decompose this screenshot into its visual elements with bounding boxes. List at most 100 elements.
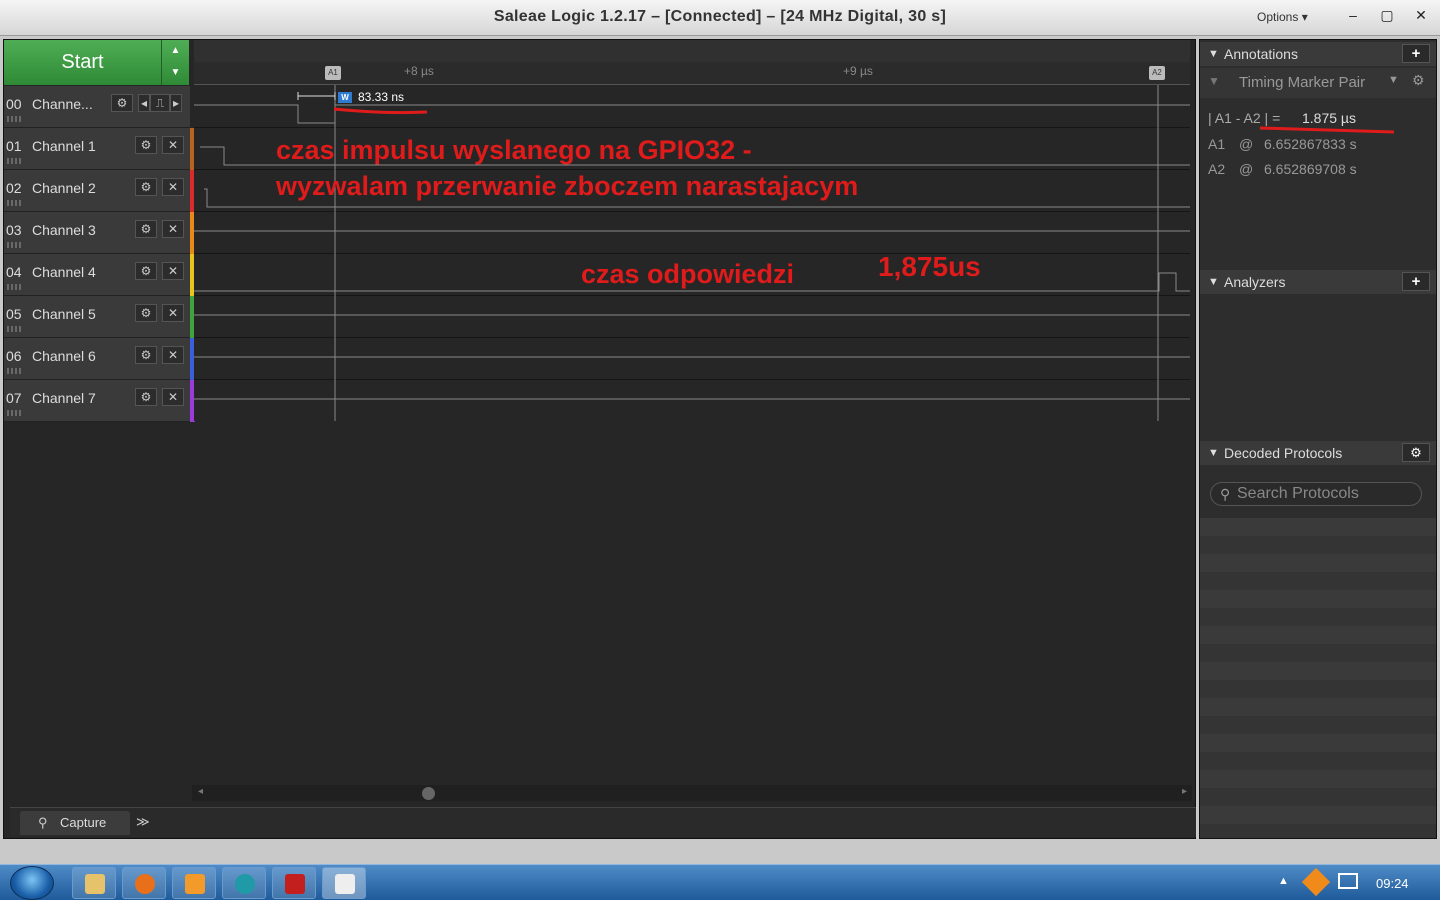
drag-handle-icon[interactable] — [7, 326, 21, 332]
gear-icon[interactable]: ⚙ — [135, 178, 157, 196]
channel-name[interactable]: Channel 6 — [32, 348, 96, 364]
expand-tabs-icon[interactable]: ≫ — [136, 814, 150, 830]
explorer-taskbar-icon[interactable] — [72, 867, 116, 899]
next-edge-icon[interactable]: ▸ — [170, 94, 182, 112]
drag-handle-icon[interactable] — [7, 284, 21, 290]
options-menu[interactable]: Options ▾ — [1257, 10, 1308, 24]
main-area: Start ▲ ▼ 00 Channe... ⚙ ◂ ⎍ ▸ 01 Channe… — [0, 36, 1440, 864]
drag-handle-icon[interactable] — [7, 242, 21, 248]
saleae-taskbar-icon[interactable] — [322, 867, 366, 899]
underline-mark — [1259, 126, 1395, 134]
pdf-reader-taskbar-icon[interactable] — [272, 867, 316, 899]
collapse-icon[interactable]: ▼ — [1208, 441, 1219, 465]
gear-icon[interactable]: ⚙ — [135, 304, 157, 322]
search-protocols-input[interactable]: ⚲ Search Protocols — [1210, 482, 1422, 506]
channel-row-5[interactable]: 05 Channel 5 ⚙ ✕ — [4, 296, 190, 338]
gear-icon[interactable]: ⚙ — [135, 346, 157, 364]
window-title: Saleae Logic 1.2.17 – [Connected] – [24 … — [493, 8, 947, 25]
close-icon[interactable]: ✕ — [162, 136, 184, 154]
close-icon[interactable]: ✕ — [162, 220, 184, 238]
capture-tab[interactable]: ⚲ Capture — [20, 811, 130, 835]
close-icon[interactable]: ✕ — [162, 262, 184, 280]
gear-icon[interactable]: ⚙ — [135, 388, 157, 406]
drag-handle-icon[interactable] — [7, 116, 21, 122]
drag-handle-icon[interactable] — [7, 410, 21, 416]
width-value: 83.33 ns — [358, 90, 405, 104]
gear-icon[interactable]: ⚙ — [135, 262, 157, 280]
channel-row-7[interactable]: 07 Channel 7 ⚙ ✕ — [4, 380, 190, 422]
marker-a2[interactable]: A2 — [1149, 66, 1165, 80]
close-icon[interactable]: ✕ — [162, 388, 184, 406]
drag-handle-icon[interactable] — [7, 200, 21, 206]
a2-at: @ — [1239, 161, 1254, 177]
scroll-left-icon[interactable]: ◂ — [198, 786, 203, 797]
trigger-icon[interactable]: ⎍ — [150, 94, 170, 112]
channel-name[interactable]: Channe... — [32, 96, 93, 112]
marker-diff-value: 1.875 µs — [1302, 110, 1356, 126]
gear-icon[interactable]: ⚙ — [111, 94, 133, 112]
annotation-text-3: czas odpowiedzi — [581, 259, 795, 289]
side-panel: ▼ Annotations + ▼ Timing Marker Pair ▼ ⚙… — [1199, 39, 1437, 839]
firefox-taskbar-icon[interactable] — [122, 867, 166, 899]
add-analyzer-button[interactable]: + — [1402, 272, 1430, 291]
ruler-tick: +8 µs — [404, 64, 434, 78]
drag-handle-icon[interactable] — [7, 368, 21, 374]
collapse-icon[interactable]: ▼ — [1208, 42, 1219, 66]
pin-icon[interactable]: ▼ — [1208, 74, 1220, 88]
annotations-title: Annotations — [1224, 46, 1298, 62]
horizontal-scrollbar[interactable]: ◂ ▸ — [192, 785, 1192, 801]
analyzers-header[interactable]: ▼ Analyzers + — [1200, 270, 1436, 294]
width-measurement[interactable]: W 83.33 ns — [338, 90, 404, 104]
annotations-header[interactable]: ▼ Annotations + — [1200, 42, 1436, 66]
analyzers-title: Analyzers — [1224, 274, 1286, 290]
a1-time: 6.652867833 s — [1264, 136, 1357, 152]
close-button[interactable]: ✕ — [1406, 4, 1436, 28]
add-annotation-button[interactable]: + — [1402, 44, 1430, 63]
channel-name[interactable]: Channel 3 — [32, 222, 96, 238]
close-icon[interactable]: ✕ — [162, 178, 184, 196]
clock[interactable]: 09:24 — [1376, 876, 1409, 891]
collapse-icon[interactable]: ▼ — [1208, 270, 1219, 294]
decoded-protocols-header[interactable]: ▼ Decoded Protocols ⚙ — [1200, 441, 1436, 465]
gear-icon[interactable]: ⚙ — [1402, 443, 1430, 462]
channel-name[interactable]: Channel 7 — [32, 390, 96, 406]
drag-handle-icon[interactable] — [7, 158, 21, 164]
windows-start-button[interactable] — [10, 866, 54, 900]
show-hidden-icons[interactable]: ▲ — [1278, 875, 1289, 887]
channel-name[interactable]: Channel 5 — [32, 306, 96, 322]
arduino-taskbar-icon[interactable] — [222, 867, 266, 899]
bottom-tab-bar: ⚲ Capture ≫ — [10, 807, 1196, 837]
channel-name[interactable]: Channel 1 — [32, 138, 96, 154]
channel-row-0[interactable]: 00 Channe... ⚙ ◂ ⎍ ▸ — [4, 86, 190, 128]
start-options-button[interactable]: ▲ ▼ — [162, 40, 189, 85]
time-ruler[interactable]: +8 µs +9 µs A1 A2 — [194, 62, 1190, 85]
channel-name[interactable]: Channel 4 — [32, 264, 96, 280]
channel-row-4[interactable]: 04 Channel 4 ⚙ ✕ — [4, 254, 190, 296]
avast-tray-icon[interactable] — [1301, 867, 1331, 897]
close-icon[interactable]: ✕ — [162, 304, 184, 322]
timing-marker-row[interactable]: ▼ Timing Marker Pair ▼ ⚙ — [1200, 68, 1436, 98]
annotation-text-2: wyzwalam przerwanie zboczem narastajacym — [276, 171, 859, 201]
gear-icon[interactable]: ⚙ — [135, 136, 157, 154]
close-icon[interactable]: ✕ — [162, 346, 184, 364]
gear-icon[interactable]: ⚙ — [1412, 72, 1425, 89]
network-tray-icon[interactable] — [1338, 873, 1358, 889]
gear-icon[interactable]: ⚙ — [135, 220, 157, 238]
channel-row-2[interactable]: 02 Channel 2 ⚙ ✕ — [4, 170, 190, 212]
prev-edge-icon[interactable]: ◂ — [138, 94, 150, 112]
channel-row-3[interactable]: 03 Channel 3 ⚙ ✕ — [4, 212, 190, 254]
decoded-protocols-list[interactable] — [1200, 518, 1436, 838]
marker-diff-expression: | A1 - A2 | = — [1208, 110, 1281, 126]
restore-button[interactable]: ▢ — [1372, 4, 1402, 28]
channel-row-6[interactable]: 06 Channel 6 ⚙ ✕ — [4, 338, 190, 380]
time-overview-bar[interactable] — [194, 40, 1190, 62]
scroll-right-icon[interactable]: ▸ — [1182, 786, 1187, 797]
minimize-button[interactable]: – — [1338, 4, 1368, 28]
dropdown-icon[interactable]: ▼ — [1388, 74, 1399, 86]
media-player-taskbar-icon[interactable] — [172, 867, 216, 899]
channel-row-1[interactable]: 01 Channel 1 ⚙ ✕ — [4, 128, 190, 170]
channel-name[interactable]: Channel 2 — [32, 180, 96, 196]
marker-a1[interactable]: A1 — [325, 66, 341, 80]
scroll-thumb[interactable] — [422, 787, 435, 800]
start-button[interactable]: Start — [4, 40, 162, 85]
